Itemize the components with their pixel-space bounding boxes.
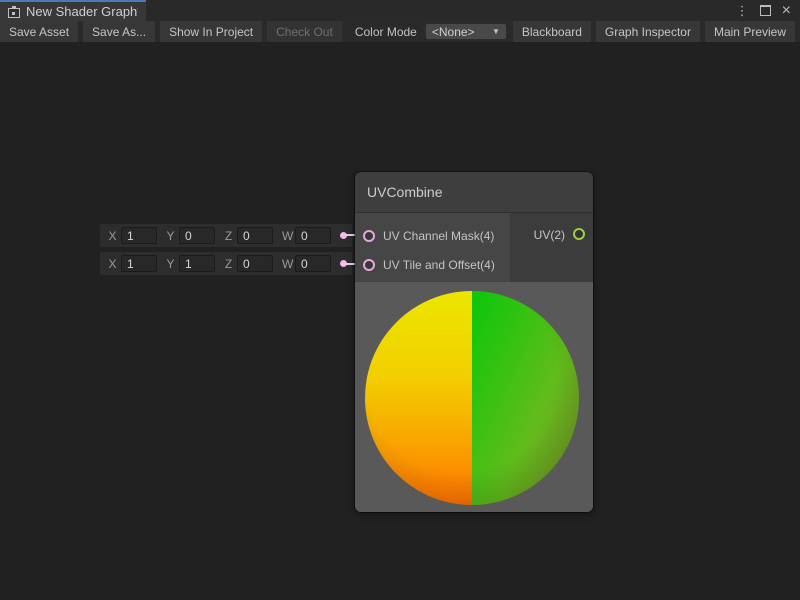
sphere-shading: [365, 291, 579, 505]
x-label: X: [108, 257, 117, 271]
x-field[interactable]: [121, 227, 157, 244]
graph-inspector-button[interactable]: Graph Inspector: [596, 21, 700, 42]
z-label: Z: [224, 257, 233, 271]
save-as-button[interactable]: Save As...: [83, 21, 155, 42]
w-field[interactable]: [295, 227, 331, 244]
window-controls: ⋮ ×: [736, 0, 800, 21]
node-output-slots: UV(2): [510, 213, 593, 282]
color-mode-label: Color Mode: [347, 21, 425, 42]
maximize-icon[interactable]: [760, 5, 771, 16]
check-out-button: Check Out: [267, 21, 342, 42]
vector4-input-row-1: X Y Z W: [100, 224, 352, 247]
x-label: X: [108, 229, 117, 243]
toolbar: Save Asset Save As... Show In Project Ch…: [0, 21, 800, 42]
y-label: Y: [166, 229, 175, 243]
w-field[interactable]: [295, 255, 331, 272]
close-icon[interactable]: ×: [782, 3, 791, 19]
vector4-input-row-2: X Y Z W: [100, 252, 352, 275]
uv-preview-sphere: [365, 291, 579, 505]
tab-title: New Shader Graph*: [26, 4, 138, 19]
y-field[interactable]: [179, 255, 215, 272]
input-port-label: UV Channel Mask(4): [383, 229, 494, 243]
tab-bar: New Shader Graph* ⋮ ×: [0, 0, 800, 21]
y-field[interactable]: [179, 227, 215, 244]
uvcombine-node[interactable]: UVCombine UV Channel Mask(4) UV Tile and…: [355, 172, 593, 512]
shader-graph-window: New Shader Graph* ⋮ × Save Asset Save As…: [0, 0, 800, 600]
chevron-down-icon: ▼: [492, 27, 500, 36]
node-preview: [355, 282, 593, 512]
uv-output-port[interactable]: [573, 228, 585, 240]
save-asset-button[interactable]: Save Asset: [0, 21, 78, 42]
z-label: Z: [224, 229, 233, 243]
uv-tile-and-offset-port[interactable]: [363, 259, 375, 271]
z-field[interactable]: [237, 255, 273, 272]
input-port-row: UV Channel Mask(4): [355, 221, 510, 250]
kebab-menu-icon[interactable]: ⋮: [736, 4, 749, 17]
input-port-label: UV Tile and Offset(4): [383, 258, 495, 272]
color-mode-value: <None>: [432, 25, 492, 39]
w-label: W: [282, 257, 291, 271]
x-field[interactable]: [121, 255, 157, 272]
node-header[interactable]: UVCombine: [355, 172, 593, 213]
y-label: Y: [166, 257, 175, 271]
blackboard-button[interactable]: Blackboard: [513, 21, 591, 42]
show-in-project-button[interactable]: Show In Project: [160, 21, 262, 42]
main-preview-button[interactable]: Main Preview: [705, 21, 795, 42]
input-port-row: UV Tile and Offset(4): [355, 250, 510, 279]
w-label: W: [282, 229, 291, 243]
shader-graph-asset-icon: [8, 6, 20, 18]
node-body: UV Channel Mask(4) UV Tile and Offset(4)…: [355, 213, 593, 282]
output-port-label: UV(2): [534, 228, 565, 242]
z-field[interactable]: [237, 227, 273, 244]
uv-channel-mask-port[interactable]: [363, 230, 375, 242]
node-input-slots: UV Channel Mask(4) UV Tile and Offset(4): [355, 213, 510, 282]
node-title: UVCombine: [367, 184, 442, 200]
tab-new-shader-graph[interactable]: New Shader Graph*: [0, 0, 146, 21]
color-mode-dropdown[interactable]: <None> ▼: [425, 23, 507, 40]
